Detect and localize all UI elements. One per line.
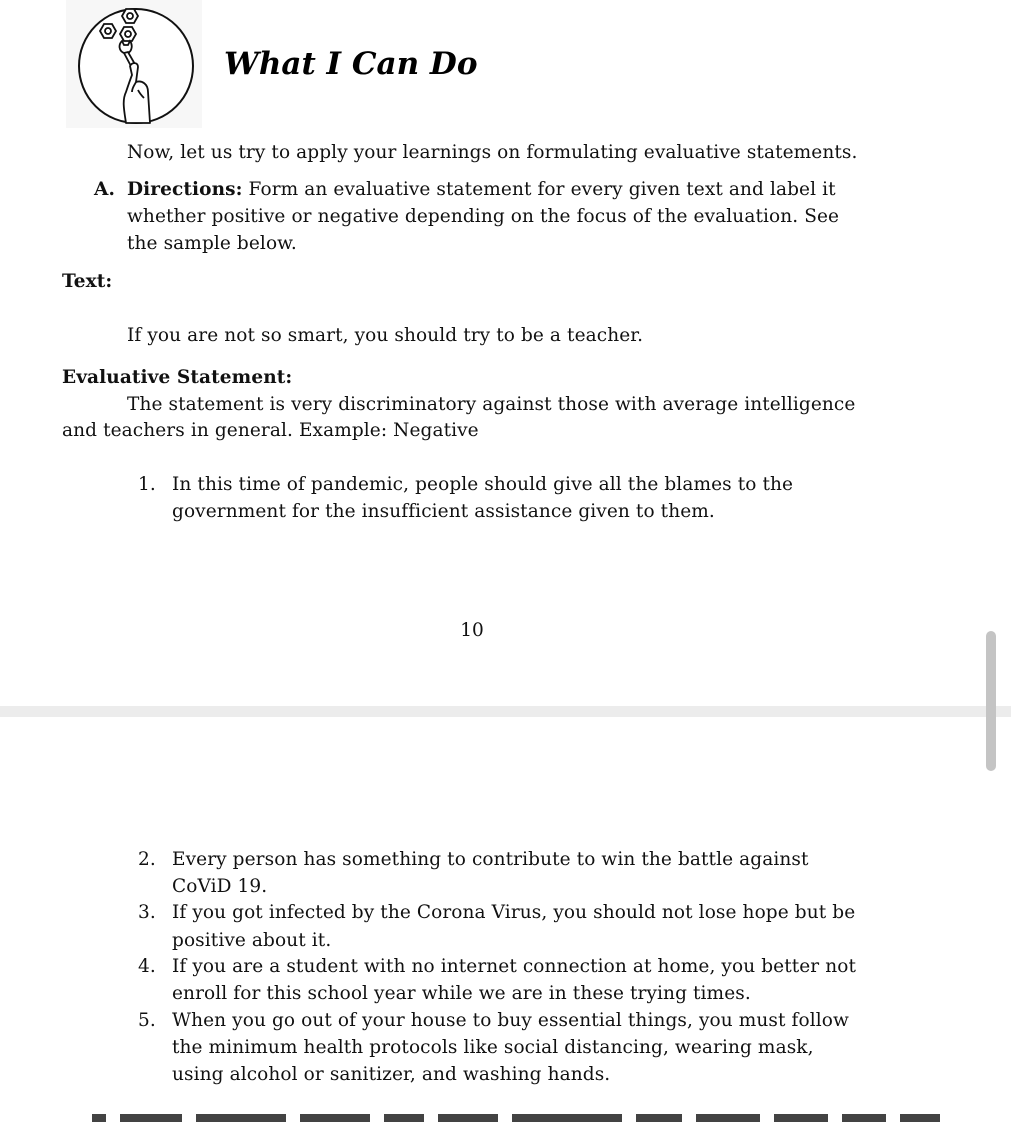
section-title: What I Can Do (224, 46, 478, 82)
directions-line-2: whether positive or negative depending o… (127, 206, 840, 227)
list-item-line: If you are a student with no internet co… (172, 956, 857, 977)
clipped-next-section-line (92, 1114, 954, 1122)
list-item-line: When you go out of your house to buy ess… (172, 1010, 849, 1031)
page-break-separator (0, 706, 1011, 717)
vertical-scrollbar-thumb[interactable] (986, 631, 996, 771)
list-item-2: 2. Every person has something to contribu… (138, 846, 809, 873)
list-item-3: 3. If you got infected by the Corona Viru… (138, 899, 855, 926)
list-item-5: 5. When you go out of your house to buy e… (138, 1007, 849, 1034)
list-item-1-line-2: government for the insufficient assistan… (172, 501, 715, 522)
wrench-bolts-hand-icon (66, 0, 202, 128)
directions-line-1: Form an evaluative statement for every g… (242, 179, 836, 200)
directions-line-3: the sample below. (127, 233, 297, 254)
intro-text: Now, let us try to apply your learnings … (127, 142, 858, 163)
page-number: 10 (460, 620, 484, 641)
directions-block: A. Directions: Form an evaluative stateme… (94, 176, 836, 203)
list-item-number: 3. (138, 902, 156, 923)
sample-text: If you are not so smart, you should try … (127, 325, 644, 346)
list-item-number: 2. (138, 849, 156, 870)
list-item-3-line-2: positive about it. (172, 930, 332, 951)
list-item-5-line-2: the minimum health protocols like social… (172, 1037, 814, 1058)
text-label: Text: (62, 271, 113, 292)
directions-label: Directions: (127, 179, 243, 200)
evaluative-statement-line-2: and teachers in general. Example: Negati… (62, 420, 479, 441)
list-item-line: Every person has something to contribute… (172, 849, 809, 870)
document-page-10: What I Can Do Now, let us try to apply y… (0, 0, 1011, 706)
list-item-number: 4. (138, 956, 156, 977)
list-item-1: 1. In this time of pandemic, people shoul… (138, 471, 793, 498)
list-item-number: 5. (138, 1010, 156, 1031)
list-item-number: 1. (138, 474, 156, 495)
list-item-5-line-3: using alcohol or sanitizer, and washing … (172, 1064, 611, 1085)
list-item-2-line-2: CoViD 19. (172, 876, 268, 897)
list-item-line: In this time of pandemic, people should … (172, 474, 794, 495)
list-item-4-line-2: enroll for this school year while we are… (172, 983, 751, 1004)
list-item-line: If you got infected by the Corona Virus,… (172, 902, 856, 923)
directions-letter: A. (94, 179, 115, 200)
evaluative-statement-label: Evaluative Statement: (62, 367, 293, 388)
list-item-4: 4. If you are a student with no internet … (138, 953, 856, 980)
evaluative-statement-line-1: The statement is very discriminatory aga… (127, 394, 856, 415)
